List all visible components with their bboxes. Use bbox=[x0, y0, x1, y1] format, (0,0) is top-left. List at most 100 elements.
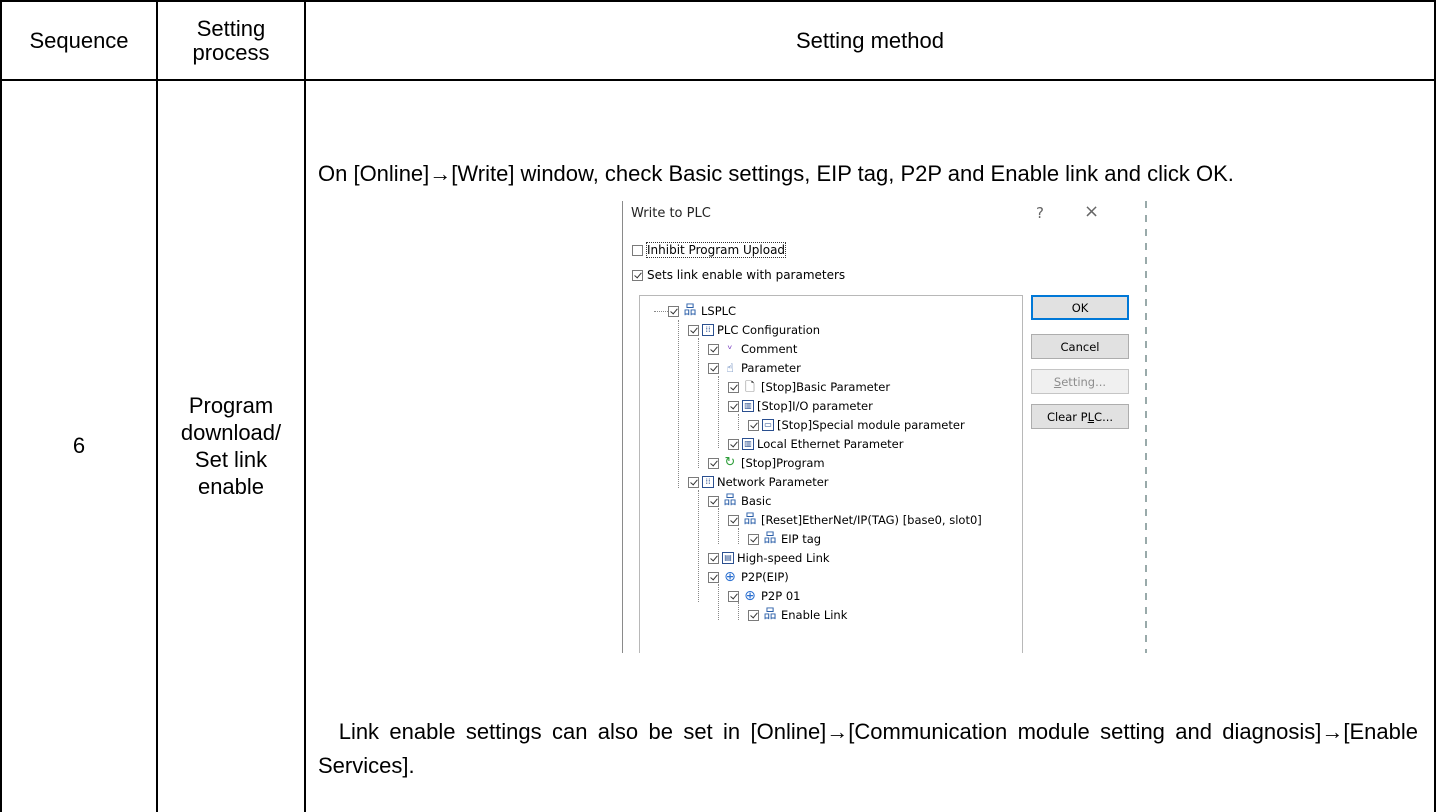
program-icon: ↻ bbox=[724, 455, 736, 470]
tree-item-eip-tag[interactable]: 品 EIP tag bbox=[748, 530, 821, 548]
header-setting-process: Setting process bbox=[192, 15, 270, 65]
header-setting-method: Setting method bbox=[796, 27, 944, 53]
tree-checkbox[interactable] bbox=[708, 552, 719, 564]
tree-checkbox[interactable] bbox=[748, 533, 759, 545]
tree-item-label: P2P(EIP) bbox=[741, 570, 789, 584]
clear-plc-button[interactable]: Clear P L C... bbox=[1031, 404, 1129, 429]
tree-item-ethernet-ip-tag[interactable]: 品 [Reset]EtherNet/IP(TAG) [base0, slot0] bbox=[728, 511, 982, 529]
tree-item-label: Parameter bbox=[741, 361, 801, 375]
tree-checkbox[interactable] bbox=[708, 362, 719, 374]
network-icon: 品 bbox=[763, 531, 777, 546]
inhibit-upload-label: Inhibit Program Upload bbox=[645, 242, 787, 258]
tree-checkbox[interactable] bbox=[748, 419, 759, 431]
tree-item-io-parameter[interactable]: ▥ [Stop]I/O parameter bbox=[728, 397, 873, 415]
tree-item-label: [Stop]Program bbox=[741, 456, 825, 470]
module-icon: ▭ bbox=[762, 419, 774, 431]
globe-icon: ⊕ bbox=[744, 588, 756, 604]
tree-item-special-module-parameter[interactable]: ▭ [Stop]Special module parameter bbox=[748, 416, 965, 434]
tree-checkbox[interactable] bbox=[708, 571, 719, 583]
tree-item-basic[interactable]: 品 Basic bbox=[708, 492, 771, 510]
tree-item-local-ethernet-parameter[interactable]: ▥ Local Ethernet Parameter bbox=[728, 435, 904, 453]
tree-item-label: Enable Link bbox=[781, 608, 848, 622]
link-enable-checkbox[interactable] bbox=[632, 269, 643, 281]
parameter-icon: ☝ bbox=[726, 361, 734, 375]
ok-button[interactable]: OK bbox=[1031, 295, 1129, 320]
dialog-title: Write to PLC bbox=[631, 206, 711, 221]
tree-item-plc-configuration[interactable]: ⁞⁞ PLC Configuration bbox=[688, 321, 820, 339]
tree-item-label: [Stop]I/O parameter bbox=[757, 399, 873, 413]
setting-process-text: Program download/ Set link enable bbox=[180, 392, 282, 499]
tree-item-network-parameter[interactable]: ⁞⁞ Network Parameter bbox=[688, 473, 829, 491]
comment-icon: ᵛ bbox=[727, 342, 733, 356]
tree-checkbox[interactable] bbox=[688, 476, 699, 488]
note-text: Link enable settings can also be set in … bbox=[318, 715, 1418, 783]
tree-checkbox[interactable] bbox=[728, 438, 739, 450]
tree-item-label: [Reset]EtherNet/IP(TAG) [base0, slot0] bbox=[761, 513, 982, 527]
tree-item-label: High-speed Link bbox=[737, 551, 830, 565]
link-enable-option[interactable]: Sets link enable with parameters bbox=[632, 268, 845, 282]
tree-checkbox[interactable] bbox=[748, 609, 759, 621]
tree-item-comment[interactable]: ᵛ Comment bbox=[708, 340, 797, 358]
globe-icon: ⊕ bbox=[724, 569, 736, 585]
tree-item-program[interactable]: ↻ [Stop]Program bbox=[708, 454, 825, 472]
tree-checkbox[interactable] bbox=[708, 343, 719, 355]
network-icon: 品 bbox=[723, 493, 737, 508]
tree-item-p2p-01[interactable]: ⊕ P2P 01 bbox=[728, 587, 800, 605]
tree-connector bbox=[698, 338, 699, 468]
tree-item-basic-parameter[interactable]: 🗋 [Stop]Basic Parameter bbox=[728, 378, 890, 396]
tree-connector bbox=[718, 584, 719, 620]
io-icon: ▥ bbox=[742, 400, 754, 412]
tree-item-lsplc[interactable]: 品 LSPLC bbox=[668, 302, 736, 320]
tree-checkbox[interactable] bbox=[688, 324, 699, 336]
tree-item-label: [Stop]Special module parameter bbox=[777, 418, 965, 432]
tree-checkbox[interactable] bbox=[708, 495, 719, 507]
tree-item-label: Basic bbox=[741, 494, 772, 508]
setting-label-suffix: etting... bbox=[1061, 374, 1107, 389]
tree-checkbox[interactable] bbox=[728, 400, 739, 412]
instruction-text: On [Online]→[Write] window, check Basic … bbox=[318, 161, 1234, 186]
tree-connector bbox=[718, 376, 719, 448]
header-sequence: Sequence bbox=[29, 27, 129, 53]
cancel-button[interactable]: Cancel bbox=[1031, 334, 1129, 359]
tree-connector bbox=[678, 320, 679, 488]
dialog-right-edge bbox=[1145, 201, 1149, 653]
tree-item-label: [Stop]Basic Parameter bbox=[761, 380, 891, 394]
clear-label-prefix: Clear P bbox=[1046, 409, 1088, 424]
tree-checkbox[interactable] bbox=[728, 590, 739, 602]
setting-button[interactable]: Setting... bbox=[1031, 369, 1129, 394]
tree-checkbox[interactable] bbox=[728, 381, 739, 393]
tree-item-label: PLC Configuration bbox=[717, 323, 821, 337]
clear-label-suffix: C... bbox=[1094, 409, 1114, 424]
inhibit-upload-checkbox[interactable] bbox=[632, 244, 643, 256]
config-icon: ⁞⁞ bbox=[702, 476, 714, 488]
tree-connector bbox=[738, 414, 739, 430]
tree-item-label: EIP tag bbox=[781, 532, 822, 546]
tree-item-enable-link[interactable]: 品 Enable Link bbox=[748, 606, 847, 624]
column-divider-2 bbox=[304, 0, 306, 812]
sequence-number: 6 bbox=[72, 432, 86, 458]
tree-checkbox[interactable] bbox=[708, 457, 719, 469]
tree-item-label: Local Ethernet Parameter bbox=[757, 437, 904, 451]
write-to-plc-dialog: Write to PLC ? × Inhibit Program Upload … bbox=[622, 201, 1149, 653]
tree-item-parameter[interactable]: ☝ Parameter bbox=[708, 359, 801, 377]
close-icon[interactable]: × bbox=[1084, 201, 1099, 222]
tree-checkbox[interactable] bbox=[728, 514, 739, 526]
hs-link-icon: ▤ bbox=[722, 552, 734, 564]
network-icon: 品 bbox=[743, 512, 757, 527]
link-enable-label: Sets link enable with parameters bbox=[647, 268, 846, 282]
network-icon: 品 bbox=[763, 607, 777, 622]
document-page: Sequence Setting process Setting method … bbox=[0, 0, 1436, 812]
tree-connector bbox=[718, 508, 719, 544]
parameter-tree[interactable]: 品 LSPLC ⁞⁞ PLC Configuration ᵛ Comment ☝… bbox=[639, 295, 1023, 653]
tree-item-label: LSPLC bbox=[701, 304, 737, 318]
tree-item-p2p-eip[interactable]: ⊕ P2P(EIP) bbox=[708, 568, 789, 586]
config-icon: ⁞⁞ bbox=[702, 324, 714, 336]
document-icon: 🗋 bbox=[745, 380, 755, 394]
tree-item-label: Network Parameter bbox=[717, 475, 829, 489]
help-icon[interactable]: ? bbox=[1036, 204, 1044, 222]
tree-checkbox[interactable] bbox=[668, 305, 679, 317]
note-text-content: Link enable settings can also be set in … bbox=[318, 719, 1418, 778]
tree-item-high-speed-link[interactable]: ▤ High-speed Link bbox=[708, 549, 830, 567]
inhibit-upload-option[interactable]: Inhibit Program Upload bbox=[632, 242, 787, 258]
tree-item-label: Comment bbox=[741, 342, 798, 356]
